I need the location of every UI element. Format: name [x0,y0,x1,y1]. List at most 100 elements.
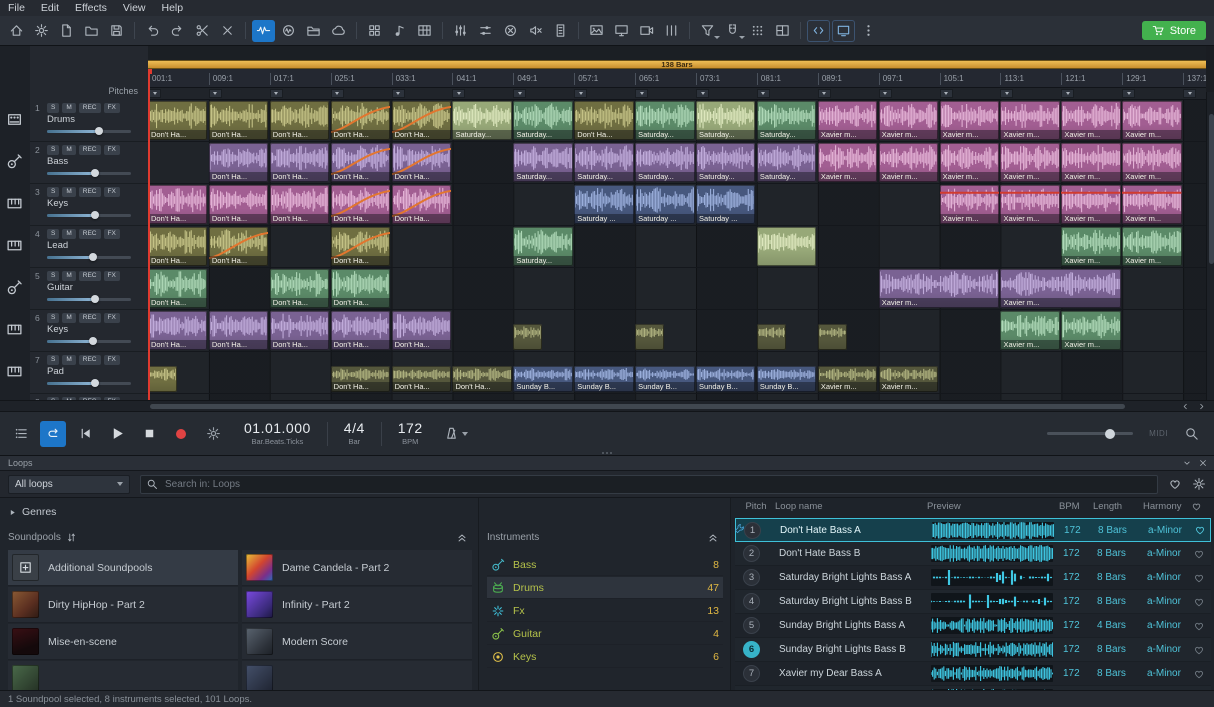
audio-clip[interactable]: Saturday... [452,101,511,140]
playhead[interactable] [148,69,150,400]
track-s-button[interactable]: S [47,313,59,323]
track-fx-button[interactable]: FX [104,355,120,365]
track-volume-slider[interactable] [47,130,131,133]
audio-clip[interactable]: Xavier m... [879,269,999,308]
audio-clip[interactable]: Saturday... [635,101,694,140]
audio-clip[interactable]: Xavier m... [1000,185,1059,224]
audio-clip[interactable]: Don't Ha... [392,101,451,140]
panel-resize-handle[interactable] [602,452,612,454]
audio-clip[interactable] [818,324,847,350]
scroll-left-button[interactable] [1178,401,1192,411]
loops-filter-dropdown[interactable]: All loops [8,475,130,494]
column-header-harmony[interactable]: Harmony [1143,501,1191,512]
audio-clip[interactable]: Xavier m... [1061,101,1120,140]
zoom-slider-knob[interactable] [1105,429,1115,439]
loop-favorite-button[interactable] [1193,668,1205,680]
audio-clip[interactable]: Saturday... [513,143,572,182]
audio-clip[interactable]: Don't Ha... [209,227,268,266]
audio-clip[interactable]: Sunday B... [574,366,633,392]
track-fx-button[interactable]: FX [104,187,120,197]
loop-preview[interactable] [931,569,1053,586]
audio-clip[interactable]: Don't Ha... [331,311,390,350]
audio-clip[interactable]: Don't Ha... [270,269,329,308]
track-fx-button[interactable]: FX [104,271,120,281]
grid-view-button[interactable] [363,20,386,42]
vertical-scrollbar-thumb[interactable] [1209,114,1214,264]
track-rec-button[interactable]: REC [79,229,101,239]
track-lane-7[interactable]: Don't Ha...Don't Ha...Don't Ha...Sunday … [148,352,1206,394]
audio-clip[interactable]: Saturday... [513,101,572,140]
audio-clip[interactable]: Saturday... [696,101,755,140]
layout-panels-button[interactable] [771,20,794,42]
panel-close-button[interactable] [1198,458,1208,468]
panel-collapse-button[interactable] [1182,458,1192,468]
clip-pitch-selector[interactable] [1122,89,1135,98]
volume-knob[interactable] [91,211,99,219]
save-project-button[interactable] [105,20,128,42]
instrument-item-guitar[interactable]: Guitar4 [487,623,723,645]
loop-preview[interactable] [931,641,1053,658]
track-fx-button[interactable]: FX [104,229,120,239]
volume-knob[interactable] [89,337,97,345]
clip-pitch-selector[interactable] [818,89,831,98]
instrument-item-bass[interactable]: Bass8 [487,554,723,576]
audio-clip[interactable]: Xavier m... [940,143,999,182]
menu-file[interactable]: File [0,1,33,15]
menu-edit[interactable]: Edit [33,1,67,15]
track-s-button[interactable]: S [47,355,59,365]
audio-clip[interactable]: Don't Ha... [392,311,451,350]
audio-clip[interactable]: Xavier m... [940,185,999,224]
clip-pitch-selector[interactable] [392,89,405,98]
home-button[interactable] [5,20,28,42]
loop-preview[interactable] [931,665,1053,682]
scroll-right-button[interactable] [1194,401,1208,411]
audio-clip[interactable]: Xavier m... [1000,269,1120,308]
volume-knob[interactable] [95,127,103,135]
audio-clip[interactable] [635,324,664,350]
video-monitor-button[interactable] [635,20,658,42]
audio-clip[interactable]: Don't Ha... [331,143,390,182]
audio-clip[interactable]: Saturday ... [635,185,694,224]
horizontal-scrollbar-thumb[interactable] [150,404,1125,409]
volume-knob[interactable] [91,379,99,387]
audio-clip[interactable]: Don't Ha... [331,269,390,308]
audio-clip[interactable] [148,366,177,392]
track-lane-4[interactable]: Don't Ha...Don't Ha...Don't Ha...Saturda… [148,226,1206,268]
audio-clip[interactable]: Don't Ha... [331,227,390,266]
record-audio-button[interactable] [277,20,300,42]
audio-clip[interactable]: Sunday B... [696,366,755,392]
favorites-filter-button[interactable] [1168,477,1182,491]
loop-preview[interactable] [931,545,1053,562]
track-header-3[interactable]: 3SMRECFXKeys [30,184,148,226]
track-lane-3[interactable]: Don't Ha...Don't Ha...Don't Ha...Don't H… [148,184,1206,226]
track-volume-slider[interactable] [47,340,131,343]
audio-clip[interactable]: Don't Ha... [148,227,207,266]
zoom-slider[interactable] [1047,432,1133,435]
audio-clip[interactable]: Don't Ha... [452,366,511,392]
loop-preview[interactable] [931,593,1053,610]
volume-knob[interactable] [91,169,99,177]
track-lane-6[interactable]: Don't Ha...Don't Ha...Don't Ha...Don't H… [148,310,1206,352]
clip-pitch-selector[interactable] [1061,89,1074,98]
audio-clip[interactable]: Don't Ha... [392,366,451,392]
instrument-item-drums[interactable]: Drums47 [487,577,723,599]
mute-button[interactable] [524,20,547,42]
audio-clip[interactable]: Xavier m... [1061,227,1120,266]
volume-knob[interactable] [89,253,97,261]
instrument-item-keys[interactable]: Keys6 [487,646,723,668]
clip-pitch-selector[interactable] [635,89,648,98]
instruments-collapse-button[interactable] [707,532,719,544]
audio-clip[interactable]: Xavier m... [818,366,877,392]
soundpool-item[interactable] [8,661,238,690]
audio-clip[interactable]: Xavier m... [879,366,938,392]
track-s-button[interactable]: S [47,271,59,281]
loop-preview[interactable] [931,617,1053,634]
soundpool-item[interactable]: Dame Candela - Part 2 [242,550,472,586]
automation-button[interactable] [474,20,497,42]
soundpool-item[interactable]: Additional Soundpools [8,550,238,586]
track-header-1[interactable]: 1SMRECFXDrums [30,100,148,142]
column-header-preview[interactable]: Preview [927,501,1049,512]
clip-pitch-selector[interactable] [757,89,770,98]
clip-pitch-selector[interactable] [1183,89,1196,98]
undo-button[interactable] [141,20,164,42]
